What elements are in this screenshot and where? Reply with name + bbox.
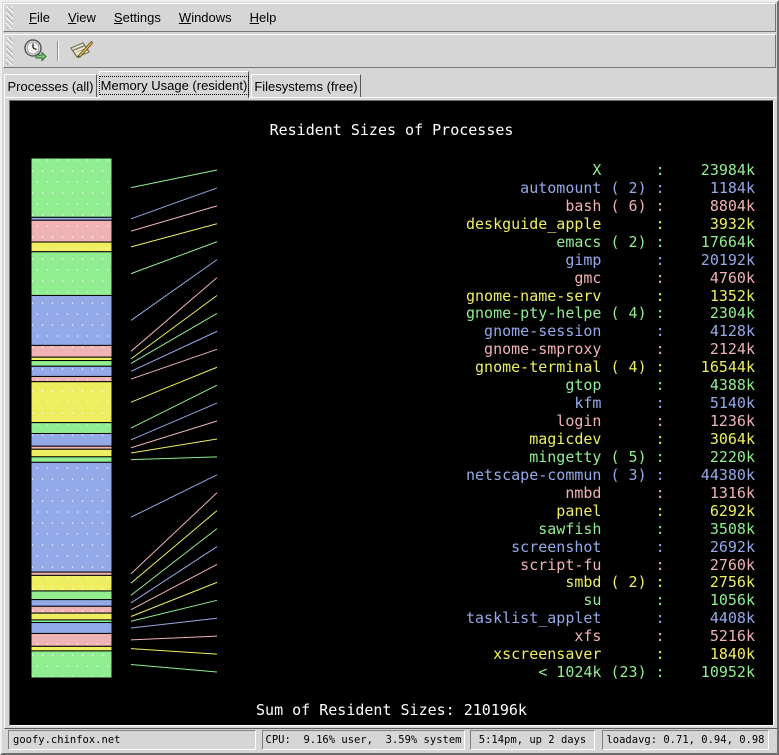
menu-settings-mnemonic: S xyxy=(114,10,123,25)
tab-processes-label: Processes (all) xyxy=(8,79,94,94)
status-hostname: goofy.chinfox.net xyxy=(8,730,256,750)
process-row: automount ( 2) : 1184k xyxy=(466,179,755,197)
process-row: kfm : 5140k xyxy=(466,394,755,412)
process-row: gtop : 4388k xyxy=(466,376,755,394)
menu-view-rest: iew xyxy=(76,10,96,25)
menu-settings-rest: ettings xyxy=(123,10,161,25)
gtop-window: File View Settings Windows Help xyxy=(0,0,779,755)
tab-memory-usage-label: Memory Usage (resident) xyxy=(101,78,248,93)
process-row: X : 23984k xyxy=(466,161,755,179)
status-time-uptime: 5:14pm, up 2 days xyxy=(470,730,595,750)
tab-filesystems-label: Filesystems (free) xyxy=(254,79,357,94)
process-row: < 1024k (23) : 10952k xyxy=(466,663,755,681)
process-row: magicdev : 3064k xyxy=(466,430,755,448)
process-row: nmbd : 1316k xyxy=(466,484,755,502)
menu-windows-rest: indows xyxy=(191,10,231,25)
process-row: panel : 6292k xyxy=(466,502,755,520)
memory-usage-canvas: Resident Sizes of Processes X : 23984k a… xyxy=(9,100,774,726)
process-row: emacs ( 2) : 17664k xyxy=(466,233,755,251)
process-row: smbd ( 2) : 2756k xyxy=(466,573,755,591)
toolbar-separator xyxy=(57,41,59,61)
menu-view[interactable]: View xyxy=(59,8,105,27)
tab-processes[interactable]: Processes (all) xyxy=(4,74,97,98)
menu-windows[interactable]: Windows xyxy=(170,8,241,27)
menu-help-rest: elp xyxy=(259,10,276,25)
toolbar-grip-handle[interactable] xyxy=(5,36,14,66)
process-row: gmc : 4760k xyxy=(466,269,755,287)
menu-windows-mnemonic: W xyxy=(179,10,191,25)
menubar-grip-handle[interactable] xyxy=(5,5,14,30)
process-row: su : 1056k xyxy=(466,591,755,609)
process-row: gnome-pty-helpe ( 4) : 2304k xyxy=(466,304,755,322)
status-loadavg: loadavg: 0.71, 0.94, 0.98 xyxy=(602,730,769,750)
edit-properties-button[interactable] xyxy=(66,37,96,65)
process-row: tasklist_applet : 4408k xyxy=(466,609,755,627)
statusbar: goofy.chinfox.net CPU: 9.16% user, 3.59%… xyxy=(2,730,779,752)
process-row: netscape-commun ( 3) : 44380k xyxy=(466,466,755,484)
process-row: gnome-name-serv : 1352k xyxy=(466,287,755,305)
menu-help-mnemonic: H xyxy=(250,10,259,25)
process-row: mingetty ( 5) : 2220k xyxy=(466,448,755,466)
process-row: gnome-smproxy : 2124k xyxy=(466,340,755,358)
process-row: script-fu : 2760k xyxy=(466,556,755,574)
process-row: deskguide_apple : 3932k xyxy=(466,215,755,233)
process-row: xscreensaver : 1840k xyxy=(466,645,755,663)
menubar: File View Settings Windows Help xyxy=(3,3,776,32)
tabstrip: Processes (all) Memory Usage (resident) … xyxy=(4,71,779,98)
edit-notepad-icon xyxy=(68,38,94,65)
process-row: login : 1236k xyxy=(466,412,755,430)
refresh-interval-button[interactable] xyxy=(20,37,50,65)
menu-settings[interactable]: Settings xyxy=(105,8,170,27)
menu-file[interactable]: File xyxy=(20,8,59,27)
refresh-interval-clock-icon xyxy=(23,38,47,65)
menu-file-mnemonic: F xyxy=(29,10,37,25)
toolbar xyxy=(3,34,776,68)
status-cpu: CPU: 9.16% user, 3.59% system xyxy=(262,730,465,750)
process-row: xfs : 5216k xyxy=(466,627,755,645)
process-row: gnome-session : 4128k xyxy=(466,322,755,340)
tab-filesystems[interactable]: Filesystems (free) xyxy=(251,74,361,98)
process-row: bash ( 6) : 8804k xyxy=(466,197,755,215)
menu-file-rest: ile xyxy=(37,10,50,25)
menu-help[interactable]: Help xyxy=(241,8,286,27)
process-row: sawfish : 3508k xyxy=(466,520,755,538)
process-row: gimp : 20192k xyxy=(466,251,755,269)
tab-memory-usage[interactable]: Memory Usage (resident) xyxy=(99,71,249,98)
notebook-page: Resident Sizes of Processes X : 23984k a… xyxy=(4,97,779,729)
process-row: screenshot : 2692k xyxy=(466,538,755,556)
process-row: gnome-terminal ( 4) : 16544k xyxy=(466,358,755,376)
chart-total-label: Sum of Resident Sizes: 210196k xyxy=(10,701,773,719)
